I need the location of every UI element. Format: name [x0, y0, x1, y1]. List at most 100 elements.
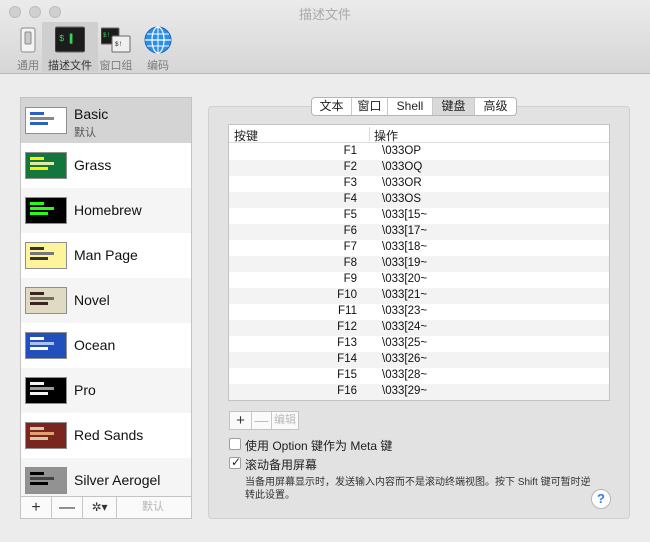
table-header: 按键 操作 — [229, 125, 609, 143]
svg-text:$ ▌: $ ▌ — [59, 33, 75, 44]
table-row[interactable]: F10 \033[21~ — [229, 288, 609, 304]
action-cell: \033[26~ — [382, 353, 428, 365]
profile-item-man-page[interactable]: Man Page — [21, 233, 191, 278]
action-cell: \033OP — [382, 145, 421, 157]
action-cell: \033[15~ — [382, 209, 428, 221]
key-cell: F14 — [337, 353, 357, 365]
window-groups-icon: $! $! — [101, 27, 131, 53]
alt-screen-description: 当备用屏幕显示时，发送输入内容而不是滚动终端视图。按下 Shift 键可暂时逆转… — [245, 477, 591, 501]
profile-thumbnail — [25, 377, 67, 404]
action-cell: \033[29~ — [382, 385, 428, 397]
gear-menu-button[interactable]: ✲▾ — [83, 497, 117, 518]
tab-text[interactable]: 文本 — [312, 98, 352, 115]
table-row[interactable]: F9 \033[20~ — [229, 272, 609, 288]
tab-window[interactable]: 窗口 — [352, 98, 388, 115]
profile-item-ocean[interactable]: Ocean — [21, 323, 191, 368]
profile-name: Red Sands — [74, 427, 144, 443]
table-row[interactable]: F12 \033[24~ — [229, 320, 609, 336]
column-divider — [369, 127, 370, 141]
action-cell: \033[25~ — [382, 337, 428, 349]
svg-text:$!: $! — [103, 32, 110, 39]
key-cell: F16 — [337, 385, 357, 397]
action-cell: \033[18~ — [382, 241, 428, 253]
table-row[interactable]: F3 \033OR — [229, 176, 609, 192]
action-cell: \033[28~ — [382, 369, 428, 381]
key-mapping-buttons: + — 编辑 — [229, 411, 299, 430]
scroll-alt-screen-checkbox[interactable]: ✓ — [229, 455, 242, 469]
key-cell: F5 — [343, 209, 357, 221]
action-cell: \033OQ — [382, 161, 423, 173]
table-row[interactable]: F8 \033[19~ — [229, 256, 609, 272]
meta-key-label: 使用 Option 键作为 Meta 键 — [245, 439, 393, 453]
action-cell: \033[20~ — [382, 273, 428, 285]
tab-advanced[interactable]: 高级 — [475, 98, 516, 115]
scroll-alt-screen-label: 滚动备用屏幕 — [245, 458, 318, 472]
profile-thumbnail — [25, 287, 67, 314]
key-mapping-table[interactable]: 按键 操作 F1 \033OP F2 \033OQ F3 \033OR F4 \033OS F5… — [228, 124, 610, 401]
edit-key-button[interactable]: 编辑 — [272, 412, 298, 429]
profile-name: Homebrew — [74, 202, 142, 218]
set-default-button[interactable]: 默认 — [115, 497, 191, 518]
profile-item-silver-aerogel[interactable]: Silver Aerogel — [21, 458, 191, 496]
remove-profile-button[interactable]: — — [52, 497, 83, 518]
profile-name: Basic — [74, 106, 109, 122]
profile-name: Grass — [74, 157, 112, 173]
svg-text:$!: $! — [115, 41, 122, 48]
window-title: 描述文件 — [298, 7, 351, 22]
profile-item-basic[interactable]: Basic 默认 — [21, 98, 191, 143]
key-cell: F1 — [343, 145, 357, 157]
profile-item-novel[interactable]: Novel — [21, 278, 191, 323]
table-row[interactable]: F5 \033[15~ — [229, 208, 609, 224]
switch-icon — [20, 27, 36, 53]
key-cell: F7 — [343, 241, 357, 253]
table-row[interactable]: F7 \033[18~ — [229, 240, 609, 256]
add-key-button[interactable]: + — [230, 412, 252, 429]
profile-item-pro[interactable]: Pro — [21, 368, 191, 413]
table-row[interactable]: F11 \033[23~ — [229, 304, 609, 320]
tab-shell[interactable]: Shell — [388, 98, 433, 115]
key-cell: F11 — [338, 305, 357, 317]
key-cell: F12 — [337, 321, 357, 333]
key-cell: F8 — [343, 257, 357, 269]
profile-thumbnail — [25, 332, 67, 359]
action-cell: \033[23~ — [382, 305, 428, 317]
key-cell: F6 — [343, 225, 357, 237]
table-row[interactable]: F2 \033OQ — [229, 160, 609, 176]
action-cell: \033[17~ — [382, 225, 428, 237]
meta-key-checkbox[interactable] — [229, 438, 241, 450]
profile-name: Man Page — [74, 247, 138, 263]
key-cell: F3 — [343, 177, 357, 189]
profile-name: Novel — [74, 292, 110, 308]
column-header-action[interactable]: 操作 — [374, 127, 398, 144]
action-cell: \033OR — [382, 177, 422, 189]
table-row[interactable]: F6 \033[17~ — [229, 224, 609, 240]
terminal-preferences-window: 描述文件 通用 $ ▌ 描述文件 $! $! 窗口组 编码 Basic 默认 G… — [0, 0, 650, 542]
settings-tabs: 文本 窗口 Shell 键盘 高级 — [311, 97, 517, 116]
remove-key-button[interactable]: — — [252, 412, 272, 429]
checkmark-icon: ✓ — [231, 455, 242, 469]
table-row[interactable]: F1 \033OP — [229, 144, 609, 160]
table-row[interactable]: F14 \033[26~ — [229, 352, 609, 368]
add-profile-button[interactable]: + — [21, 497, 52, 518]
profile-item-red-sands[interactable]: Red Sands — [21, 413, 191, 458]
help-button[interactable]: ? — [591, 489, 611, 509]
profile-thumbnail — [25, 107, 67, 134]
profile-item-grass[interactable]: Grass — [21, 143, 191, 188]
table-row[interactable]: F16 \033[29~ — [229, 384, 609, 400]
action-cell: \033[19~ — [382, 257, 428, 269]
profile-item-homebrew[interactable]: Homebrew — [21, 188, 191, 233]
tab-keyboard[interactable]: 键盘 — [433, 98, 475, 115]
toolbar-encodings[interactable]: 编码 — [130, 22, 186, 72]
profile-list-buttons: + — ✲▾ 默认 — [20, 497, 192, 519]
profile-list[interactable]: Basic 默认 Grass Homebrew Man Page Novel O… — [20, 97, 192, 497]
action-cell: \033OS — [382, 193, 421, 205]
table-row[interactable]: F4 \033OS — [229, 192, 609, 208]
profile-name: Silver Aerogel — [74, 472, 161, 488]
profile-thumbnail — [25, 467, 67, 494]
action-cell: \033[24~ — [382, 321, 428, 333]
column-header-key[interactable]: 按键 — [234, 127, 258, 144]
table-row[interactable]: F13 \033[25~ — [229, 336, 609, 352]
profile-name: Pro — [74, 382, 96, 398]
profile-thumbnail — [25, 197, 67, 224]
table-row[interactable]: F15 \033[28~ — [229, 368, 609, 384]
